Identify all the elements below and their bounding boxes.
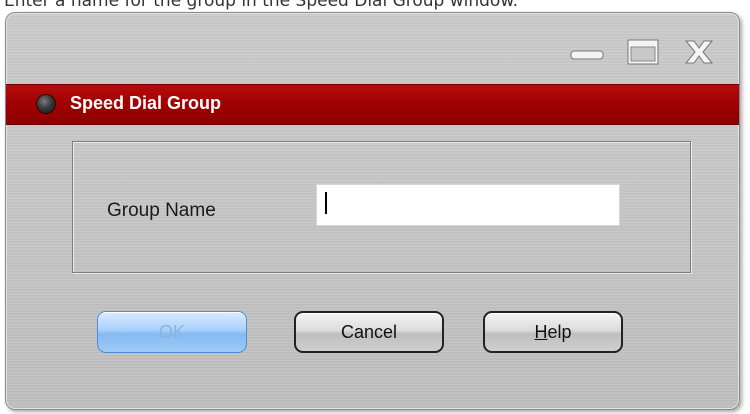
group-name-label: Group Name [107, 200, 216, 221]
ok-button[interactable]: OK [97, 311, 247, 353]
close-icon[interactable] [680, 37, 718, 71]
ok-button-label: OK [158, 321, 185, 342]
group-name-box: Group Name [72, 141, 691, 273]
help-mnemonic: H [534, 321, 548, 342]
window-title: Speed Dial Group [70, 93, 222, 113]
minimize-icon[interactable] [568, 37, 606, 71]
maximize-icon[interactable] [625, 37, 663, 71]
speed-dial-group-window: Speed Dial Group Group Name OK Cancel He… [5, 12, 740, 410]
help-button[interactable]: Help [483, 311, 623, 353]
cancel-button[interactable]: Cancel [294, 311, 444, 353]
text-caret [325, 192, 327, 214]
title-bar: Speed Dial Group [6, 84, 739, 125]
cancel-button-label: Cancel [340, 321, 398, 342]
status-led-icon [37, 95, 55, 113]
instruction-caption: Enter a name for the group in the Speed … [4, 0, 519, 11]
help-button-label: elp [547, 321, 572, 342]
group-name-input[interactable] [316, 184, 620, 226]
